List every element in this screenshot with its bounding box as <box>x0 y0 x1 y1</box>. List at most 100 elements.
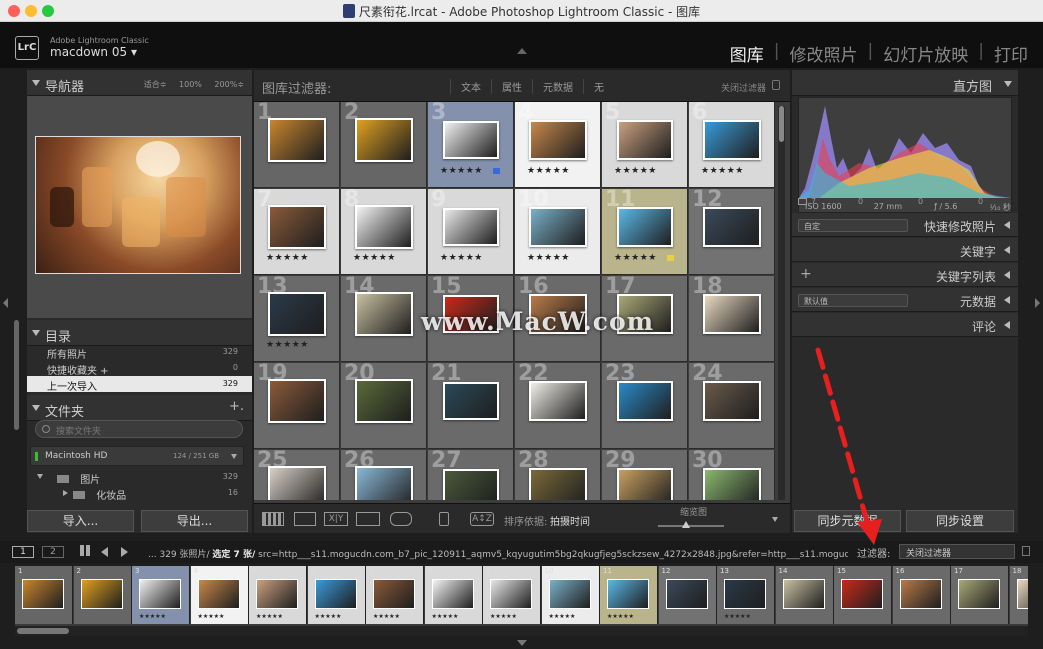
filmstrip-thumbnail[interactable] <box>958 579 1000 609</box>
filmstrip-cell[interactable]: 13 ★★★★★ <box>717 566 775 624</box>
grid-scrollbar[interactable] <box>778 106 785 500</box>
grid-cell[interactable]: 3 ★★★★★ <box>428 102 514 188</box>
filmstrip-cell[interactable]: 17 <box>951 566 1009 624</box>
grid-cell[interactable]: 29 <box>602 450 688 500</box>
photo-thumbnail[interactable] <box>617 468 673 500</box>
keywording-header[interactable]: 关键字 <box>792 238 1018 262</box>
grid-cell[interactable]: 30 <box>689 450 775 500</box>
filmstrip-thumbnail[interactable] <box>373 579 415 609</box>
grid-cell[interactable]: 21 <box>428 363 514 449</box>
filmstrip-thumbnail[interactable] <box>139 579 181 609</box>
grid-cell[interactable]: 2 <box>341 102 427 188</box>
photo-thumbnail[interactable] <box>703 468 761 500</box>
star-rating[interactable]: ★★★★★ <box>353 253 396 263</box>
filmstrip-thumbnail[interactable] <box>431 579 474 609</box>
filmstrip-cell[interactable]: 15 <box>834 566 892 624</box>
filmstrip-thumbnail[interactable] <box>782 579 825 609</box>
thumbnail-size-slider[interactable] <box>658 525 724 527</box>
star-rating[interactable]: ★★★★★ <box>440 166 483 176</box>
navigator-preview-area[interactable] <box>27 96 252 318</box>
catalog-name[interactable]: macdown 05 ▾ <box>50 45 137 59</box>
comments-header[interactable]: 评论 <box>792 313 1018 337</box>
secondary-window-button[interactable]: 2 <box>42 546 64 558</box>
photo-thumbnail[interactable] <box>268 205 326 249</box>
photo-thumbnail[interactable] <box>355 466 413 500</box>
filmstrip-cell[interactable]: 2 <box>73 566 132 624</box>
keyword-list-header[interactable]: + 关键字列表 <box>792 263 1018 287</box>
grid-cell[interactable]: 28 <box>515 450 601 500</box>
left-panel-toggle-icon[interactable] <box>3 298 8 308</box>
filmstrip-thumbnail[interactable] <box>256 579 298 609</box>
grid-cell[interactable]: 12 <box>689 189 775 275</box>
filmstrip-filter-select[interactable]: 关闭过滤器 <box>899 544 1015 559</box>
grid-cell[interactable]: 8 ★★★★★ <box>341 189 427 275</box>
thumbnail-size-slider-knob[interactable] <box>682 521 690 528</box>
folder-search-input[interactable]: 搜索文件夹 <box>35 420 243 438</box>
filmstrip-cell[interactable]: 4 ★★★★★ <box>190 566 249 624</box>
star-rating[interactable]: ★★★★★ <box>266 340 309 350</box>
export-button[interactable]: 导出... <box>141 510 248 532</box>
spray-can-icon[interactable] <box>439 512 449 526</box>
metadata-preset-select[interactable]: 默认值 <box>798 294 908 307</box>
filmstrip-cell[interactable]: 5 ★★★★★ <box>249 566 307 624</box>
survey-view-icon[interactable] <box>356 512 380 526</box>
left-panel-scrollbar[interactable] <box>14 320 19 430</box>
photo-thumbnail[interactable] <box>703 294 761 334</box>
catalog-item-previous-import[interactable]: 上一次导入 329 <box>27 376 252 393</box>
photo-thumbnail[interactable] <box>443 469 499 500</box>
right-panel-toggle-icon[interactable] <box>1035 298 1040 308</box>
loupe-view-icon[interactable] <box>294 512 316 526</box>
grid-cell[interactable]: 27 <box>428 450 514 500</box>
navigator-header[interactable]: 导航器 适合≑ 100% 200%≑ <box>27 70 252 96</box>
filmstrip-thumbnail[interactable] <box>841 579 883 609</box>
filmstrip-scrollbar-thumb[interactable] <box>17 628 69 634</box>
toolbar-menu-chevron-icon[interactable] <box>772 517 778 522</box>
sort-direction-icon[interactable]: A↕Z <box>470 512 494 526</box>
module-develop[interactable]: 修改照片 <box>789 41 859 66</box>
filter-option-attribute[interactable]: 属性 <box>491 79 532 94</box>
filmstrip-thumbnail[interactable] <box>22 579 64 609</box>
filmstrip-scrollbar[interactable] <box>15 626 1028 636</box>
filter-lock-icon[interactable] <box>1022 546 1030 556</box>
filmstrip-cell[interactable]: 10 ★★★★★ <box>541 566 600 624</box>
star-rating[interactable]: ★★★★★ <box>614 166 657 176</box>
quick-develop-header[interactable]: 自定 快速修改照片 <box>792 213 1018 237</box>
filmstrip-thumbnail[interactable] <box>548 579 591 609</box>
grid-cell[interactable]: 6 ★★★★★ <box>689 102 775 188</box>
back-arrow-icon[interactable] <box>101 547 108 557</box>
main-window-button[interactable]: 1 <box>12 546 34 558</box>
filmstrip-thumbnail[interactable] <box>1016 579 1028 609</box>
catalog-item-all-photos[interactable]: 所有照片 329 <box>27 344 252 361</box>
photo-thumbnail[interactable] <box>355 292 413 336</box>
photo-thumbnail[interactable] <box>703 381 761 421</box>
folders-header[interactable]: 文件夹 +. <box>27 395 252 421</box>
grid-cell[interactable]: 24 <box>689 363 775 449</box>
grid-cell[interactable]: 14 <box>341 276 427 362</box>
filmstrip-thumbnail[interactable] <box>607 579 649 609</box>
photo-thumbnail[interactable] <box>355 379 413 423</box>
photo-thumbnail[interactable] <box>355 205 413 249</box>
photo-thumbnail[interactable] <box>529 468 587 500</box>
star-rating[interactable]: ★★★★★ <box>527 166 570 176</box>
import-button[interactable]: 导入... <box>27 510 134 532</box>
volume-row[interactable]: Macintosh HD 124 / 251 GB <box>30 446 244 466</box>
filter-option-text[interactable]: 文本 <box>450 79 491 94</box>
grid-cell[interactable]: 10 ★★★★★ <box>515 189 601 275</box>
photo-thumbnail[interactable] <box>443 208 499 246</box>
compare-view-icon[interactable]: X|Y <box>324 512 348 526</box>
grid-cell[interactable]: 9 ★★★★★ <box>428 189 514 275</box>
quick-develop-preset-select[interactable]: 自定 <box>798 219 908 232</box>
disclosure-triangle-icon[interactable] <box>37 474 43 479</box>
photo-thumbnail[interactable] <box>703 120 761 160</box>
navigator-preview-image[interactable] <box>35 136 241 274</box>
grid-cell[interactable]: 19 <box>254 363 340 449</box>
histogram[interactable]: ISO 1600 27 mm ƒ / 5.6 ¹⁄₁₀ 秒 <box>798 97 1012 213</box>
bottom-panel-toggle-icon[interactable] <box>517 640 527 646</box>
grid-cell[interactable]: 20 <box>341 363 427 449</box>
filmstrip-thumbnail[interactable] <box>490 579 532 609</box>
sync-settings-button[interactable]: 同步设置 <box>906 510 1014 532</box>
filmstrip-source-indicator[interactable]: ... 329 张照片/ 选定 7 张/ src=http___s11.mogu… <box>148 547 848 560</box>
add-folder-icon[interactable]: +. <box>229 399 244 414</box>
module-slideshow[interactable]: 幻灯片放映 <box>882 41 969 66</box>
photo-thumbnail[interactable] <box>617 120 673 160</box>
